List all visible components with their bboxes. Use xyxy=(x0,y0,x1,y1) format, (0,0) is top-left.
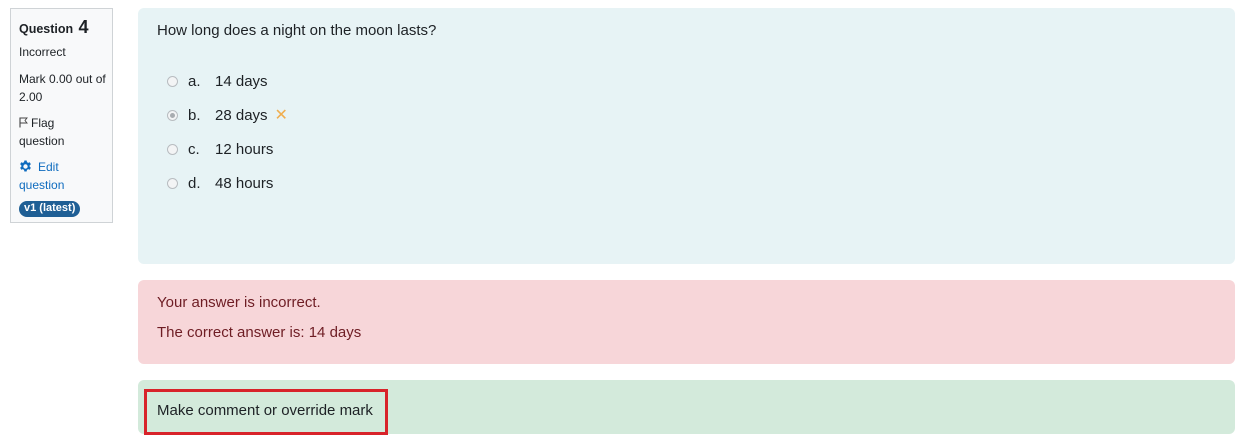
edit-label-line-2: question xyxy=(19,178,65,192)
quiz-review-page: Question 4 Incorrect Mark 0.00 out of 2.… xyxy=(0,0,1238,436)
question-label: Question xyxy=(19,22,74,36)
answer-letter: c. xyxy=(188,140,200,158)
question-state: Incorrect xyxy=(19,45,66,59)
flag-label-line-1: Flag xyxy=(31,116,55,130)
flag-icon xyxy=(19,117,28,128)
answer-radio-a[interactable] xyxy=(167,75,178,87)
question-grade: Mark 0.00 out of 2.00 xyxy=(19,70,106,106)
answer-radio-d[interactable] xyxy=(167,177,178,189)
question-text: How long does a night on the moon lasts? xyxy=(157,22,437,39)
question-info-panel: Question 4 Incorrect Mark 0.00 out of 2.… xyxy=(10,8,113,223)
answer-letter: d. xyxy=(188,174,201,192)
edit-question-link[interactable]: Edit question xyxy=(19,158,106,194)
grade-line-1: Mark 0.00 out of xyxy=(19,72,106,86)
gear-icon xyxy=(20,160,31,172)
answer-radio-c[interactable] xyxy=(167,143,178,155)
answer-letter: a. xyxy=(188,72,201,90)
question-number: Question 4 xyxy=(19,17,106,39)
answer-option-c[interactable]: c. 12 hours xyxy=(157,132,1216,166)
correct-answer-text: The correct answer is: 14 days xyxy=(157,324,362,341)
flag-label-line-2: question xyxy=(19,134,65,148)
edit-label-line-1: Edit xyxy=(38,160,59,174)
answer-letter: b. xyxy=(188,106,201,124)
answer-text: 14 days xyxy=(215,72,268,90)
question-number-value: 4 xyxy=(78,17,89,37)
answer-text: 48 hours xyxy=(215,174,274,192)
grade-line-2: 2.00 xyxy=(19,90,43,104)
answer-radio-b[interactable] xyxy=(167,109,178,121)
answer-option-a[interactable]: a. 14 days xyxy=(157,64,1216,98)
answer-text: 12 hours xyxy=(215,140,274,158)
answer-text: 28 days xyxy=(215,106,268,124)
question-formulation: How long does a night on the moon lasts?… xyxy=(138,8,1235,264)
make-comment-link[interactable]: Make comment or override mark xyxy=(144,389,388,435)
answer-option-b[interactable]: b. 28 days ✕ xyxy=(157,98,1216,132)
flag-question-button[interactable]: Flag question xyxy=(19,114,106,150)
version-badge: v1 (latest) xyxy=(19,201,81,217)
cross-icon: ✕ xyxy=(274,107,288,124)
answer-options: a. 14 days b. 28 days ✕ c. 12 hours d. 4… xyxy=(157,64,1216,200)
comment-section: Make comment or override mark xyxy=(138,380,1235,435)
answer-feedback: Your answer is incorrect. The correct an… xyxy=(138,280,1235,364)
feedback-status: Your answer is incorrect. xyxy=(157,294,321,311)
answer-option-d[interactable]: d. 48 hours xyxy=(157,166,1216,200)
